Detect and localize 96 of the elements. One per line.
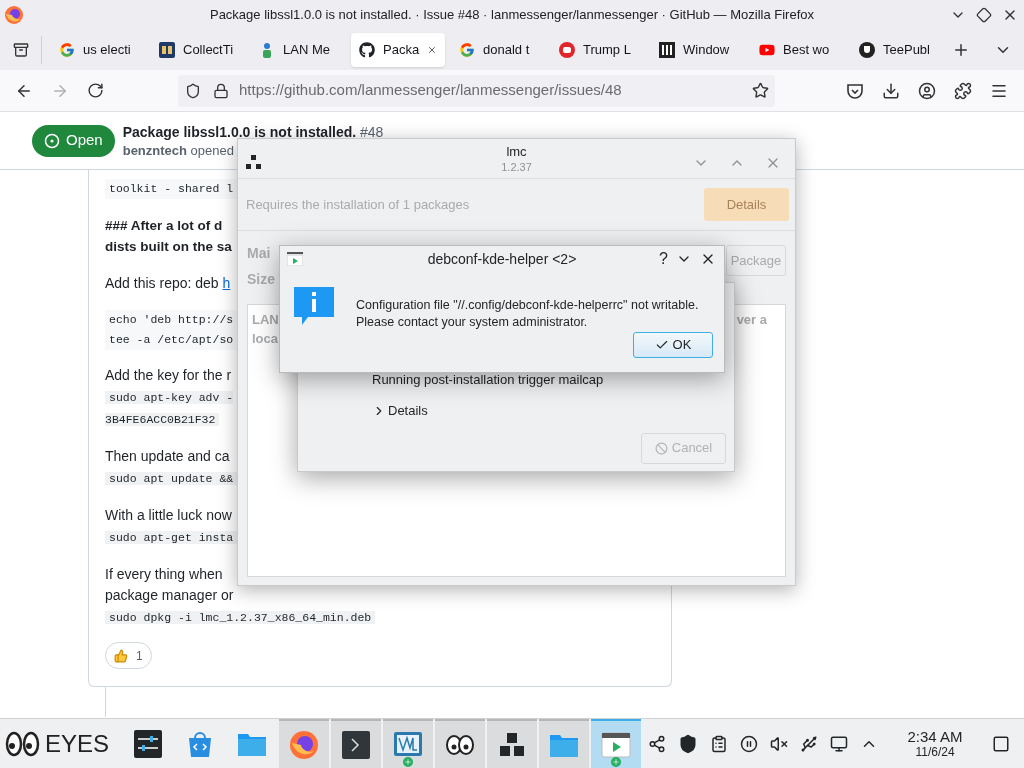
download-icon[interactable] (882, 81, 900, 100)
maximize-icon[interactable] (976, 7, 992, 23)
paragraph: Add this repo: deb h (105, 274, 231, 293)
account-icon[interactable] (918, 81, 936, 100)
plus-badge-icon (403, 757, 413, 767)
clipboard-icon[interactable] (710, 734, 728, 753)
tab-label: CollectTi (183, 41, 234, 60)
bookmark-star-icon[interactable] (752, 82, 769, 99)
summary-text: Requires the installation of 1 packages (246, 195, 470, 214)
address-bar[interactable]: https://github.com/lanmessenger/lanmessenger/issues/48 (178, 74, 775, 107)
code-block: echo 'deb http://s tee -a /etc/apt/so (105, 310, 238, 350)
lock-icon (213, 82, 229, 99)
browser-tab[interactable]: donald t (448, 33, 548, 67)
usb-icon[interactable] (800, 734, 818, 753)
tab-label: us electi (83, 41, 131, 60)
pillars-icon (659, 42, 675, 58)
code-block: toolkit - shared l (105, 179, 238, 199)
number-tile-icon (159, 42, 175, 58)
fox-globe-icon (289, 729, 319, 760)
dialog-message: Configuration file "//.config/debconf-kde-helperrc" not writable. Please contact your system administrator. (356, 297, 699, 331)
issue-title: Package libssl1.0.0 is not installed. (122, 123, 357, 140)
sliders-icon (133, 728, 163, 759)
shield-badge-icon (859, 42, 875, 58)
version-text: 1.2.37 (501, 159, 532, 174)
tab-label: Window (683, 41, 730, 60)
browser-tab[interactable]: TeePubl (848, 33, 948, 67)
volume-muted-icon[interactable] (770, 734, 788, 753)
browser-tab[interactable]: CollectTi (148, 33, 248, 67)
issue-number: #48 (360, 123, 384, 140)
shield-icon (185, 82, 201, 99)
tab-label: TeePubl (883, 41, 930, 60)
dialog-title: debconf-kde-helper <2> (427, 250, 577, 269)
byline: benzntech opened (122, 141, 235, 159)
ok-button[interactable]: OK (633, 332, 713, 358)
open-circle-icon (44, 132, 60, 149)
tab-label: Packa (383, 41, 420, 60)
tab-label: Trump L (583, 41, 631, 60)
status-text: Running post-installation trigger mailcap (372, 371, 605, 389)
browser-tab[interactable]: Best wo (748, 33, 848, 67)
reload-icon[interactable] (87, 82, 104, 99)
link[interactable]: h (222, 275, 231, 291)
info-icon (294, 287, 334, 327)
shield-icon[interactable] (678, 733, 698, 754)
plus-badge-icon (611, 757, 621, 767)
pause-icon[interactable] (740, 734, 758, 753)
description-text: LAN loca (252, 311, 279, 348)
browser-tab[interactable]: LAN Me (248, 33, 348, 67)
play-window-icon (287, 252, 303, 266)
browser-tab[interactable]: Trump L (548, 33, 648, 67)
record-icon (559, 42, 575, 58)
paragraph: With a little luck now (105, 506, 232, 525)
paragraph: If every thing when package manager or (105, 565, 234, 605)
play-window-icon (601, 729, 631, 760)
description-text: ver a (736, 311, 767, 329)
inline-code: sudo apt-key adv - 3B4FE6ACC0B21F32 (105, 390, 234, 428)
taskbar-item[interactable] (487, 719, 537, 768)
url-text: https://github.com/lanmessenger/lanmessenger/issues/48 (239, 80, 622, 101)
tab-label: donald t (483, 41, 530, 60)
field-label: Mai (247, 245, 272, 261)
window-title: Package libssl1.0.0 is not installed. · Issue #48 · lanmessenger/lanmessenger · GitHub — Mozilla Firefox (209, 6, 815, 25)
play-icon (759, 42, 775, 58)
browser-tab[interactable]: us electi (48, 33, 148, 67)
cat-silhouette-icon (359, 42, 375, 58)
details-expander[interactable]: Details (372, 401, 428, 421)
show-desktop-icon[interactable] (992, 734, 1010, 753)
letter-g-icon (459, 42, 475, 58)
monitor-icon[interactable] (830, 734, 848, 753)
network-nodes-icon[interactable] (648, 734, 666, 753)
tab-label: LAN Me (283, 41, 330, 60)
paragraph: ### After a lot of d dists built on the sa (105, 217, 232, 256)
tab-list-icon[interactable] (12, 42, 29, 58)
taskbar-item[interactable] (331, 719, 381, 768)
browser-tab[interactable]: Window (648, 33, 748, 67)
blocks-icon (246, 155, 262, 171)
browser-tab[interactable]: Packa (351, 33, 445, 67)
cancel-icon (654, 441, 668, 455)
paragraph: Then update and ca (105, 447, 230, 466)
taskbar-item[interactable] (591, 719, 641, 768)
check-icon (654, 338, 669, 352)
clock-time[interactable]: 2:34 AM (907, 728, 963, 745)
clock-date[interactable]: 11/6/24 (915, 745, 955, 759)
thumbs-up-icon (114, 648, 128, 663)
taskbar-label: EYES (45, 728, 110, 759)
terminal-icon (341, 729, 371, 760)
new-tab-icon[interactable] (952, 41, 970, 59)
field-label: Size (247, 271, 275, 287)
help-button[interactable]: ? (659, 250, 668, 268)
letter-g-icon (59, 42, 75, 58)
tab-label: Best wo (783, 41, 830, 60)
fox-globe-icon (4, 5, 24, 25)
extensions-icon[interactable] (954, 81, 972, 100)
paragraph: Add the key for the r (105, 366, 232, 385)
taskbar-item[interactable] (435, 719, 485, 768)
status-badge: Open (32, 124, 115, 157)
pocket-icon[interactable] (846, 81, 864, 100)
window-title: lmc (506, 143, 527, 160)
